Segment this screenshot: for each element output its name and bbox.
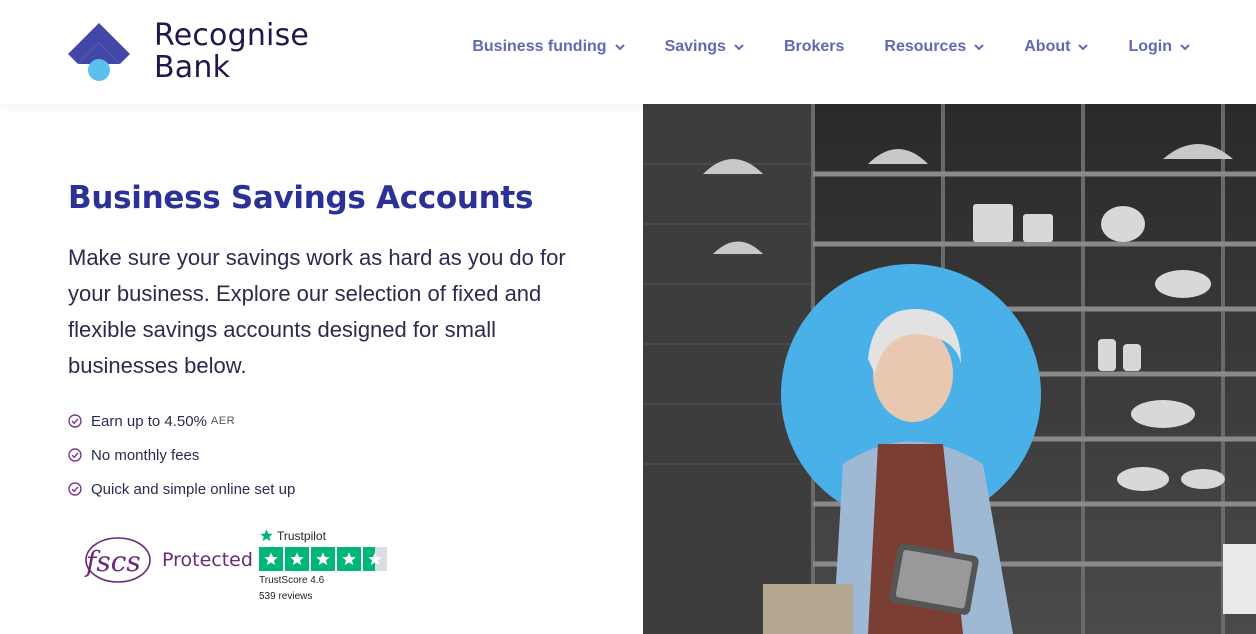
fscs-label: Protected: [162, 549, 253, 571]
trustpilot-score: TrustScore 4.6: [259, 575, 325, 586]
nav-resources[interactable]: Resources: [884, 38, 984, 56]
fscs-logo-icon: fscs: [84, 537, 151, 583]
star-icon: [285, 547, 309, 571]
fscs-protected-badge[interactable]: fscs Protected: [78, 533, 253, 587]
trustpilot-widget[interactable]: Trustpilot TrustScore 4.6 539 reviews: [259, 528, 389, 603]
chevron-down-icon: [734, 43, 744, 50]
feature-suffix: AER: [210, 415, 236, 427]
chevron-down-icon: [1078, 43, 1089, 50]
fscs-logo-text: fscs: [84, 545, 141, 578]
nav-label: Savings: [664, 38, 726, 55]
nav-label: Resources: [884, 38, 967, 55]
check-circle-icon: [68, 448, 82, 462]
logo-mark-icon: [68, 23, 130, 81]
site-header: Recognise Bank Business funding Savings …: [0, 0, 1256, 104]
hero-content: Business Savings Accounts Make sure your…: [68, 176, 628, 506]
feature-list: Earn up to 4.50% AER No monthly fees Qui…: [68, 404, 628, 506]
page-title: Business Savings Accounts: [68, 180, 534, 216]
trustpilot-reviews: 539 reviews: [259, 591, 313, 602]
chevron-down-icon: [1180, 43, 1190, 50]
pottery-studio-photo: [643, 104, 1256, 634]
trustpilot-brand: Trustpilot: [277, 528, 326, 543]
hero-image: [643, 104, 1256, 634]
trustpilot-star-icon: [260, 529, 273, 542]
nav-savings[interactable]: Savings: [665, 38, 744, 56]
hero-intro: Make sure your savings work as hard as y…: [68, 245, 566, 378]
nav-label: Brokers: [783, 38, 845, 55]
brand-name-line2: Bank: [154, 50, 231, 85]
nav-brokers[interactable]: Brokers: [784, 38, 844, 56]
feature-item: Quick and simple online set up: [68, 472, 628, 506]
nav-about[interactable]: About: [1024, 38, 1089, 56]
feature-text: Earn up to 4.50%: [91, 412, 207, 430]
main-nav: Business funding Savings Brokers Resourc…: [432, 38, 1190, 56]
star-icon: [259, 547, 283, 571]
nav-label: Business funding: [472, 38, 607, 55]
brand-name-line1: Recognise: [154, 18, 310, 53]
nav-business-funding[interactable]: Business funding: [472, 38, 625, 56]
star-icon: [311, 547, 335, 571]
feature-text: Quick and simple online set up: [91, 480, 296, 498]
half-star-icon: [363, 547, 387, 571]
chevron-down-icon: [974, 43, 984, 50]
brand-logo[interactable]: Recognise Bank: [66, 20, 309, 84]
nav-label: Login: [1128, 38, 1172, 55]
check-circle-icon: [68, 414, 82, 428]
trustpilot-header: Trustpilot: [259, 528, 389, 543]
brand-name: Recognise Bank: [154, 20, 309, 84]
nav-login[interactable]: Login: [1128, 38, 1190, 56]
feature-item: No monthly fees: [68, 438, 628, 472]
nav-label: About: [1024, 38, 1071, 55]
star-icon: [337, 547, 361, 571]
feature-text: No monthly fees: [91, 446, 200, 464]
feature-item: Earn up to 4.50% AER: [68, 404, 628, 438]
check-circle-icon: [68, 482, 82, 496]
chevron-down-icon: [614, 43, 625, 50]
trustpilot-stars: [259, 547, 389, 571]
